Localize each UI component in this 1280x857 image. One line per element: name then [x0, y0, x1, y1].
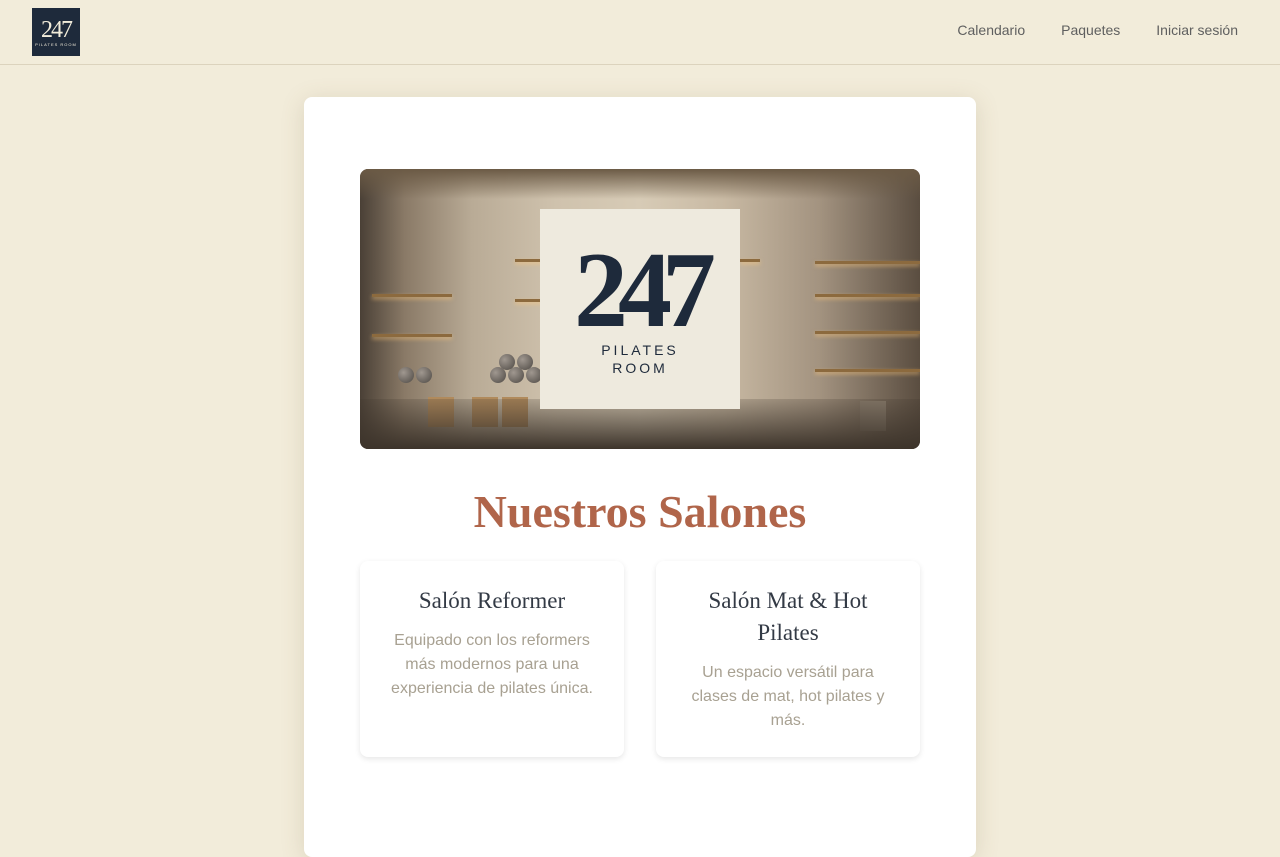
top-navbar: 247 PILATES ROOM Calendario Paquetes Ini… [0, 0, 1280, 65]
nav-link-paquetes[interactable]: Paquetes [1061, 22, 1120, 38]
hero-logo-pilates: PILATES [601, 342, 679, 358]
nav-links: Calendario Paquetes Iniciar sesión [957, 22, 1238, 38]
hero-shelf [372, 294, 452, 297]
hero-image: 247 PILATES ROOM [360, 169, 920, 449]
hero-shelf [815, 294, 920, 297]
nav-link-calendario[interactable]: Calendario [957, 22, 1025, 38]
hero-ceiling [360, 169, 920, 199]
hero-ball [416, 367, 432, 383]
salon-description: Un espacio versátil para clases de mat, … [691, 664, 885, 729]
hero-ball [499, 354, 515, 370]
hero-logo: 247 PILATES ROOM [540, 209, 740, 409]
salon-title: Salón Reformer [418, 588, 566, 613]
salon-title: Salón Mat & Hot Pilates [708, 588, 868, 645]
hero-ball [517, 354, 533, 370]
nav-link-iniciar-sesion[interactable]: Iniciar sesión [1156, 22, 1238, 38]
salon-description: Equipado con los reformers más modernos … [391, 632, 593, 697]
hero-logo-room: ROOM [612, 360, 668, 376]
hero-shelf [815, 261, 920, 264]
hero-ball [398, 367, 414, 383]
hero-logo-number: 247 [574, 231, 716, 350]
hero-shelf [740, 259, 760, 262]
brand-logo-number: 247 [41, 16, 73, 43]
salon-card-mat-hot[interactable]: Salón Mat & Hot Pilates Un espacio versá… [656, 561, 920, 757]
salon-card-reformer[interactable]: Salón Reformer Equipado con los reformer… [360, 561, 624, 757]
section-title: Nuestros Salones [473, 486, 807, 537]
hero-shelf [815, 369, 920, 372]
brand-logo-text: PILATES ROOM [35, 41, 77, 47]
hero-shelf [372, 334, 452, 337]
hero-shelf [815, 331, 920, 334]
brand-logo[interactable]: 247 PILATES ROOM [32, 8, 80, 56]
main-card: 247 PILATES ROOM Nuestros Salones Salón … [304, 97, 976, 857]
